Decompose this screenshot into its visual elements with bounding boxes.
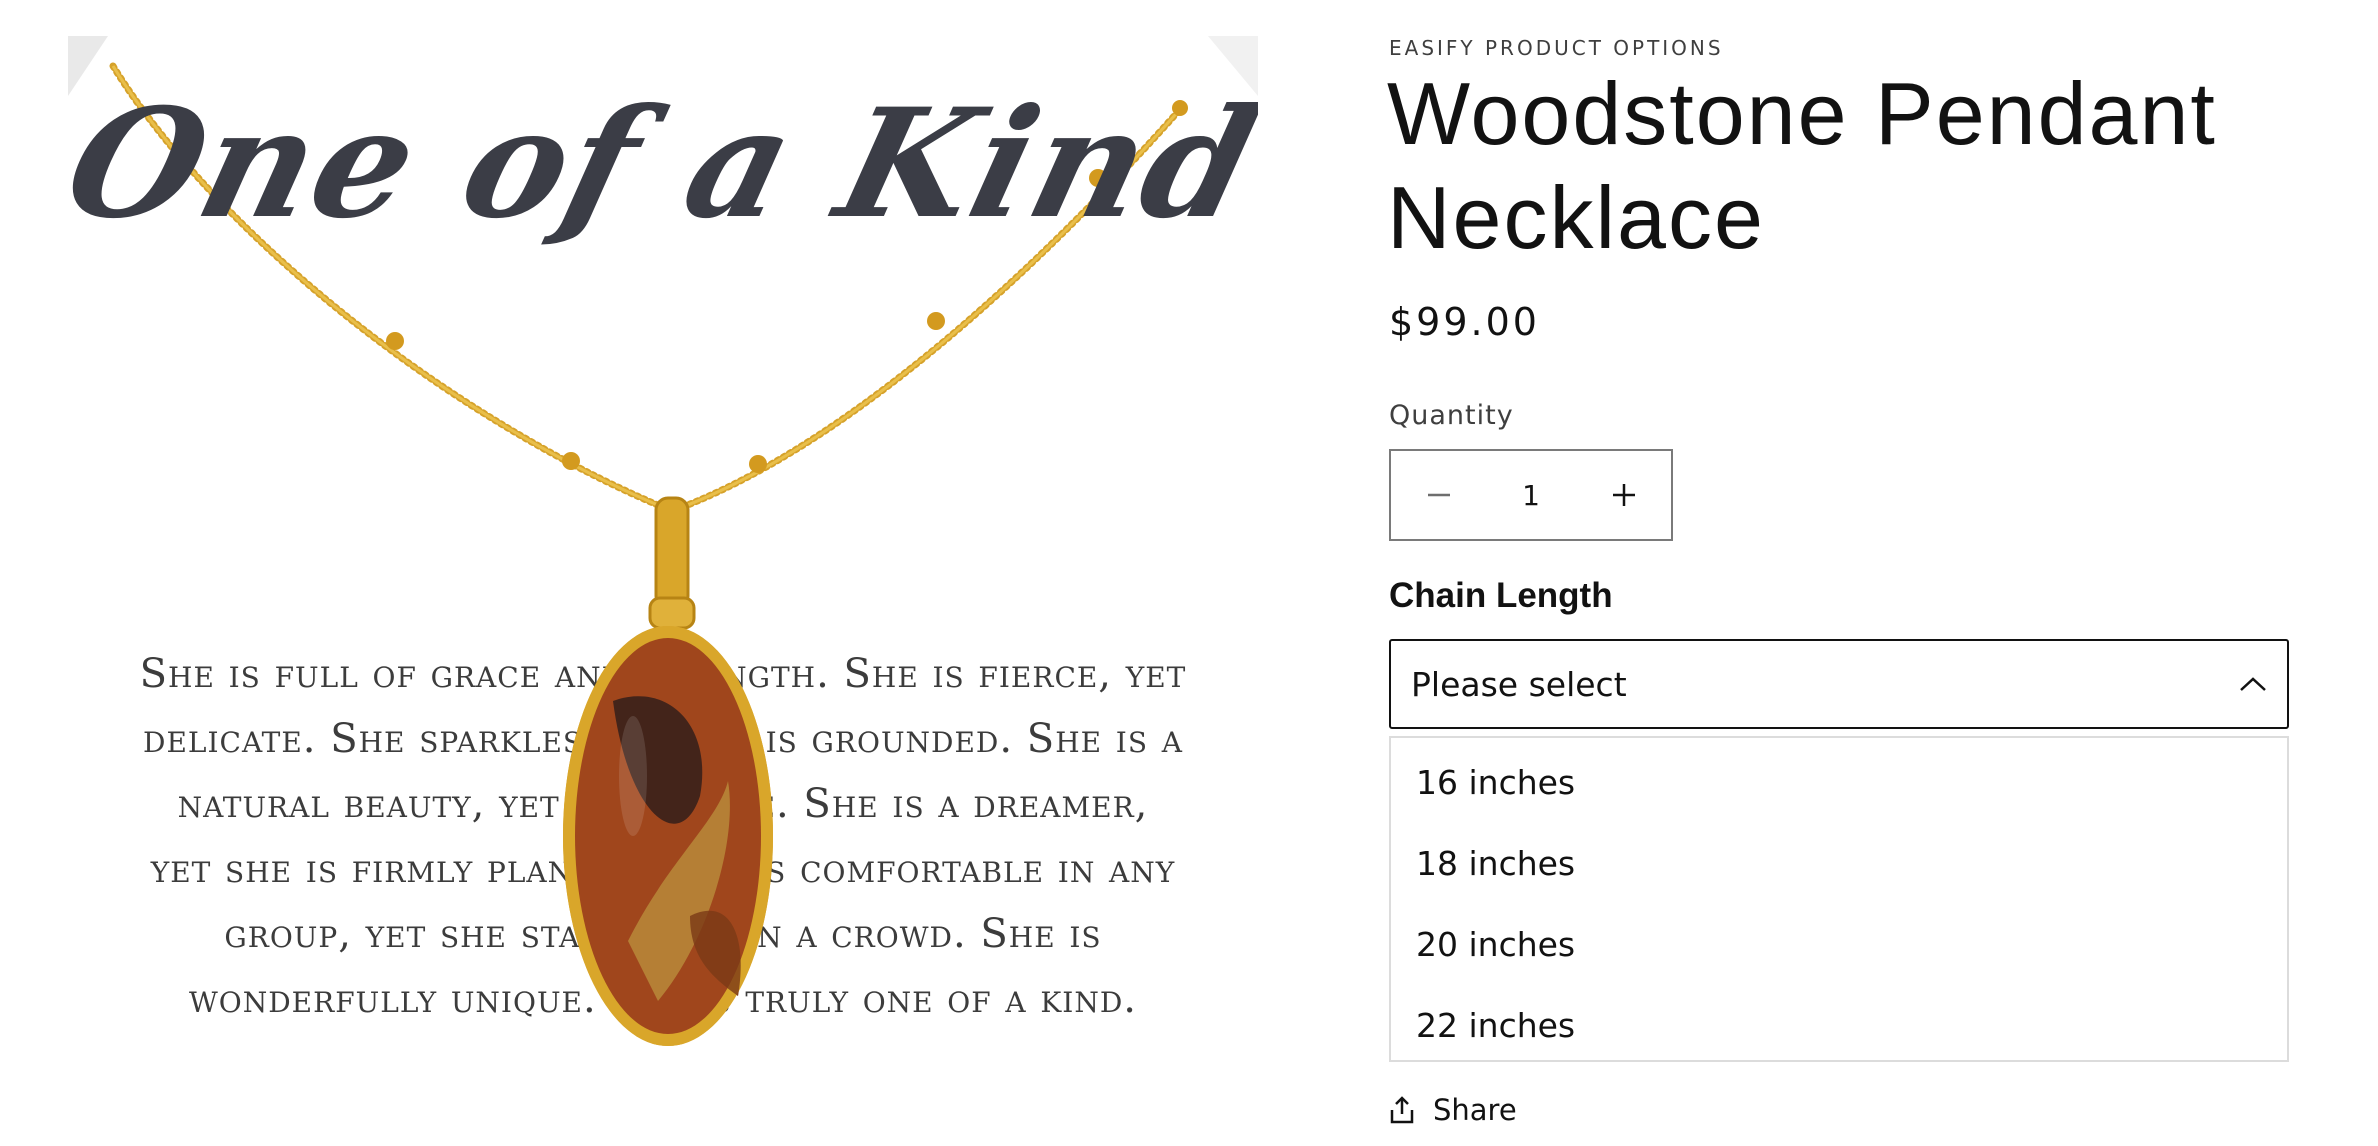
card-line: yet she is firmly planted. She is comfor… (150, 846, 1176, 892)
card-line: delicate. She sparkles, yet she is groun… (143, 716, 1183, 762)
card-line: group, yet she stands out in a crowd. Sh… (224, 911, 1102, 957)
chain-length-option[interactable]: 18 inches (1391, 823, 2287, 904)
minus-icon (1427, 493, 1450, 497)
card-line: wonderfully unique. She is truly one of … (189, 976, 1137, 1022)
chain-length-option[interactable]: 22 inches (1391, 985, 2287, 1066)
chain-length-option[interactable]: 16 inches (1391, 742, 2287, 823)
share-icon (1390, 1096, 1414, 1124)
quantity-decrease-button[interactable] (1391, 451, 1486, 539)
quantity-increase-button[interactable] (1576, 451, 1671, 539)
quantity-label: Quantity (1389, 400, 1514, 431)
quantity-input[interactable]: 1 (1486, 479, 1576, 512)
chevron-up-icon (2239, 676, 2267, 692)
product-price: $99.00 (1389, 300, 1540, 344)
quantity-stepper: 1 (1389, 449, 1673, 541)
product-image[interactable]: One of a Kind She is full of grace and s… (68, 36, 1258, 1086)
chain-length-select[interactable]: Please select (1389, 639, 2289, 729)
card-line: natural beauty, yet so capable. She is a… (177, 781, 1149, 827)
chain-length-option[interactable]: 20 inches (1391, 904, 2287, 985)
share-label: Share (1433, 1093, 1517, 1127)
plus-icon (1612, 484, 1635, 506)
chain-length-selected-value: Please select (1411, 664, 1627, 704)
product-vendor: EASIFY PRODUCT OPTIONS (1389, 36, 1724, 60)
card-poem: She is full of grace and strength. She i… (108, 642, 1218, 1032)
card-script-heading: One of a Kind (68, 76, 1258, 252)
card-line: She is full of grace and strength. She i… (139, 651, 1187, 697)
chain-length-options-list: 16 inches 18 inches 20 inches 22 inches (1389, 736, 2289, 1062)
share-button[interactable]: Share (1389, 1090, 1517, 1130)
chain-length-label: Chain Length (1389, 576, 1613, 615)
product-title: Woodstone Pendant Necklace (1387, 64, 2217, 267)
